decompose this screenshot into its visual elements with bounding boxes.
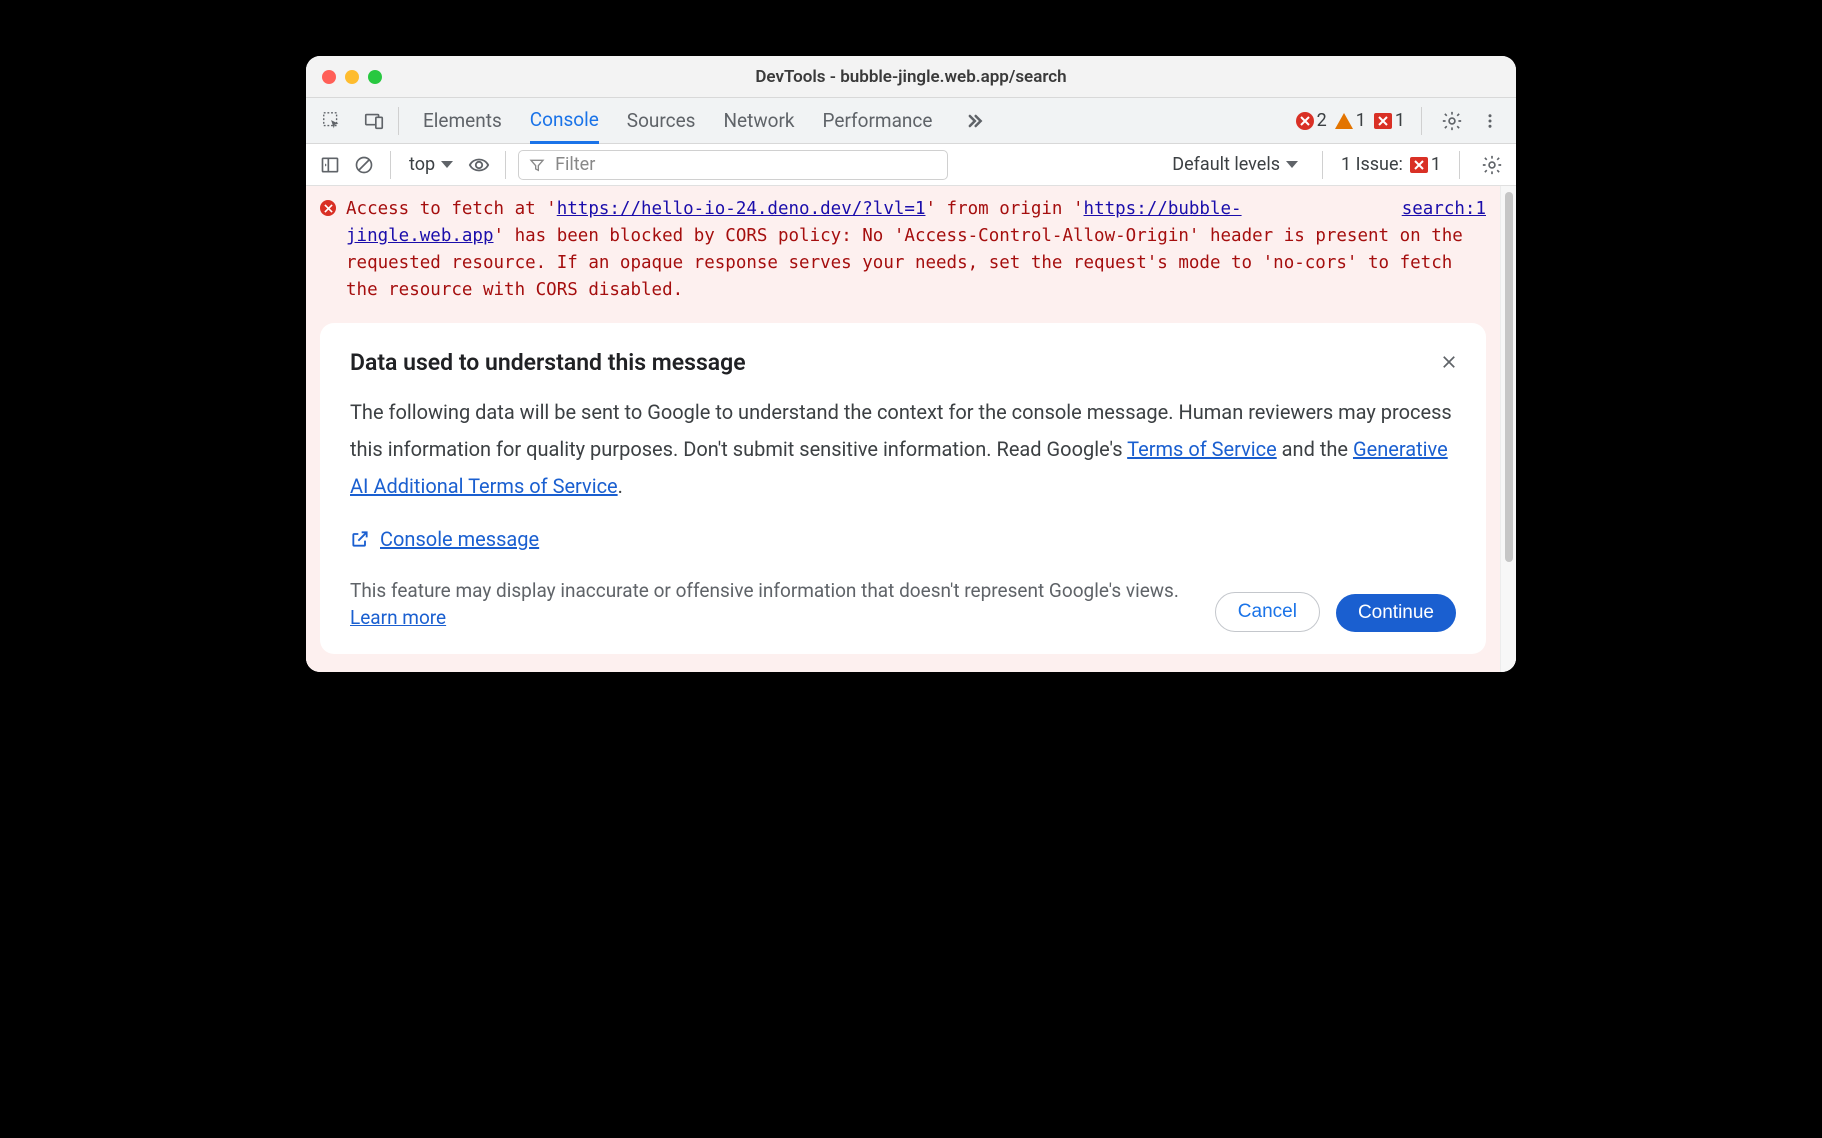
issue-label: 1 Issue: xyxy=(1341,154,1403,175)
filter-input[interactable]: Filter xyxy=(518,150,948,180)
devtools-window: DevTools - bubble-jingle.web.app/search … xyxy=(306,56,1516,672)
console-output: search:1 Access to fetch at 'https://hell… xyxy=(306,186,1500,672)
console-message-row: Console message xyxy=(350,527,1456,551)
warning-icon xyxy=(1335,112,1353,130)
scrollbar-track[interactable] xyxy=(1500,186,1516,672)
inspect-element-icon[interactable] xyxy=(318,107,346,135)
dialog-title: Data used to understand this message xyxy=(350,349,1456,376)
panel-tabs: Elements Console Sources Network Perform… xyxy=(423,98,988,143)
filter-icon xyxy=(529,157,545,173)
more-options-icon[interactable] xyxy=(1476,107,1504,135)
sidebar-toggle-icon[interactable] xyxy=(316,151,344,179)
console-error-message[interactable]: search:1 Access to fetch at 'https://hell… xyxy=(320,196,1486,305)
filter-placeholder: Filter xyxy=(555,154,595,175)
console-message-link[interactable]: Console message xyxy=(380,527,539,551)
cancel-button[interactable]: Cancel xyxy=(1215,592,1320,632)
titlebar: DevTools - bubble-jingle.web.app/search xyxy=(306,56,1516,98)
chevron-down-icon xyxy=(1286,161,1298,168)
error-count: 2 xyxy=(1317,110,1327,131)
divider xyxy=(390,151,391,179)
continue-button[interactable]: Continue xyxy=(1336,594,1456,632)
settings-icon[interactable] xyxy=(1438,107,1466,135)
text-segment: ' has been blocked by CORS policy: No 'A… xyxy=(346,226,1463,300)
window-title: DevTools - bubble-jingle.web.app/search xyxy=(306,67,1516,87)
error-icon xyxy=(320,200,336,216)
learn-more-link[interactable]: Learn more xyxy=(350,606,446,629)
main-tabstrip: Elements Console Sources Network Perform… xyxy=(306,98,1516,144)
warning-count: 1 xyxy=(1356,110,1366,131)
divider xyxy=(1459,151,1460,179)
more-tabs-icon[interactable] xyxy=(960,107,988,135)
zoom-window-button[interactable] xyxy=(368,70,382,84)
ai-data-dialog: Data used to understand this message The… xyxy=(320,323,1486,654)
text-segment: and the xyxy=(1277,437,1353,461)
divider xyxy=(1322,151,1323,179)
error-icon xyxy=(1296,112,1314,130)
context-label: top xyxy=(409,154,435,175)
minimize-window-button[interactable] xyxy=(345,70,359,84)
text-segment: This feature may display inaccurate or o… xyxy=(350,579,1179,602)
error-badge[interactable]: 2 xyxy=(1296,110,1327,131)
issue-icon xyxy=(1374,113,1392,129)
tab-elements[interactable]: Elements xyxy=(423,98,502,143)
execution-context-selector[interactable]: top xyxy=(403,152,459,177)
message-source-link[interactable]: search:1 xyxy=(1402,196,1486,223)
dialog-body: The following data will be sent to Googl… xyxy=(350,394,1456,505)
status-badges[interactable]: 2 1 1 xyxy=(1296,110,1405,131)
tab-performance[interactable]: Performance xyxy=(823,98,933,143)
tab-sources[interactable]: Sources xyxy=(627,98,696,143)
issue-count: 1 xyxy=(1395,110,1405,131)
text-segment: ' from origin ' xyxy=(925,199,1083,219)
tos-link[interactable]: Terms of Service xyxy=(1127,437,1277,461)
clear-console-icon[interactable] xyxy=(350,151,378,179)
message-text: search:1 Access to fetch at 'https://hell… xyxy=(346,196,1486,305)
levels-label: Default levels xyxy=(1172,154,1280,175)
scrollbar-thumb[interactable] xyxy=(1505,192,1513,562)
issues-toolbar[interactable]: 1 Issue: 1 xyxy=(1341,154,1441,175)
console-toolbar: top Filter Default levels 1 Issue: xyxy=(306,144,1516,186)
dialog-close-button[interactable] xyxy=(1434,347,1464,377)
content-area: search:1 Access to fetch at 'https://hell… xyxy=(306,186,1516,672)
issue-icon xyxy=(1410,157,1428,173)
disclaimer-text: This feature may display inaccurate or o… xyxy=(350,577,1199,632)
divider xyxy=(398,107,399,135)
divider xyxy=(1421,107,1422,135)
text-segment: . xyxy=(618,474,623,498)
close-window-button[interactable] xyxy=(322,70,336,84)
tab-network[interactable]: Network xyxy=(723,98,794,143)
live-expression-icon[interactable] xyxy=(465,151,493,179)
text-segment: Access to fetch at ' xyxy=(346,199,557,219)
open-external-icon xyxy=(350,529,370,549)
device-toolbar-icon[interactable] xyxy=(360,107,388,135)
tab-console[interactable]: Console xyxy=(530,99,599,144)
warning-badge[interactable]: 1 xyxy=(1335,110,1366,131)
log-levels-selector[interactable]: Default levels xyxy=(1166,152,1304,177)
window-controls xyxy=(306,70,382,84)
chevron-down-icon xyxy=(441,161,453,168)
issue-count: 1 xyxy=(1431,154,1441,175)
issue-badge[interactable]: 1 xyxy=(1374,110,1405,131)
dialog-footer: This feature may display inaccurate or o… xyxy=(350,577,1456,632)
console-settings-icon[interactable] xyxy=(1478,151,1506,179)
divider xyxy=(505,151,506,179)
fetch-url-link[interactable]: https://hello-io-24.deno.dev/?lvl=1 xyxy=(557,199,926,219)
